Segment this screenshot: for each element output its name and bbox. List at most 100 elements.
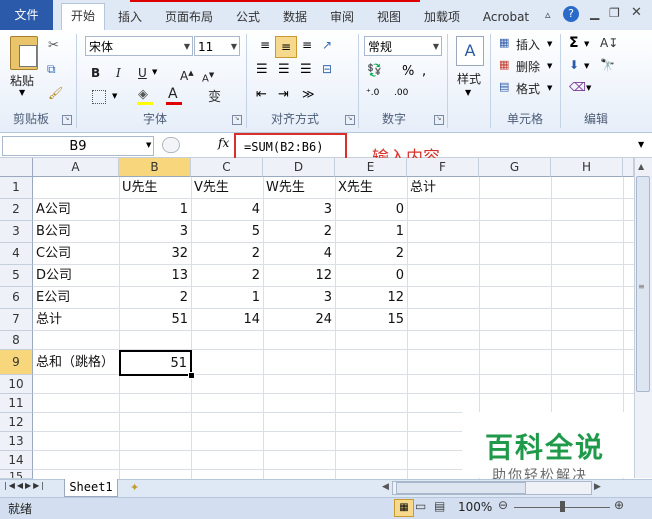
cell-A4[interactable]: C公司	[33, 243, 119, 265]
currency-icon[interactable]: 💱	[367, 63, 382, 77]
copy-icon[interactable]: ⧉	[47, 62, 56, 77]
cell-B4[interactable]: 32	[119, 243, 191, 265]
chevron-down-icon[interactable]: ▼	[547, 62, 552, 70]
cut-icon[interactable]: ✂	[48, 38, 59, 53]
column-header[interactable]: A	[33, 158, 119, 177]
tab-home[interactable]: 开始	[61, 3, 105, 31]
column-header[interactable]: D	[263, 158, 335, 177]
paste-dropdown-icon[interactable]: ▼	[19, 88, 25, 97]
formula-input[interactable]: =SUM(B2:B6)	[234, 133, 347, 161]
row-header[interactable]: 8	[0, 331, 33, 350]
cell-D6[interactable]: 3	[263, 287, 335, 309]
row-header[interactable]: 3	[0, 221, 33, 243]
tab-insert[interactable]: 插入	[112, 6, 148, 28]
column-header[interactable]: B	[119, 158, 191, 177]
comma-icon[interactable]: ,	[422, 64, 426, 79]
cell-E5[interactable]: 0	[335, 265, 407, 287]
row-header[interactable]: 4	[0, 243, 33, 265]
decrease-decimal-icon[interactable]: .00	[394, 88, 408, 98]
cell-D3[interactable]: 2	[263, 221, 335, 243]
orientation-icon[interactable]: ↗	[322, 38, 332, 52]
page-layout-view-icon[interactable]: ▭	[415, 499, 426, 513]
cell-B9-selected[interactable]: 51	[119, 350, 192, 376]
cell-B5[interactable]: 13	[119, 265, 191, 287]
cancel-edit-icon[interactable]	[162, 137, 180, 153]
autosum-icon[interactable]: Σ	[569, 35, 579, 51]
align-left-icon[interactable]: ☰	[256, 62, 268, 77]
align-right-icon[interactable]: ☰	[300, 62, 312, 77]
borders-icon[interactable]	[92, 90, 106, 104]
align-bottom-icon[interactable]: ≡	[298, 36, 316, 54]
sheet-nav-icon[interactable]: |◀◀▶▶|	[4, 481, 46, 490]
cell-C3[interactable]: 5	[191, 221, 263, 243]
tab-acrobat[interactable]: Acrobat	[476, 6, 536, 28]
delete-cells-icon[interactable]: ▦	[499, 58, 509, 71]
row-header[interactable]: 13	[0, 432, 33, 451]
clipboard-launcher-icon[interactable]: ↘	[62, 115, 72, 125]
format-cells-icon[interactable]: ▤	[499, 80, 509, 93]
cell-B3[interactable]: 3	[119, 221, 191, 243]
chevron-down-icon[interactable]: ▼	[146, 141, 151, 149]
merge-center-icon[interactable]: ⊟	[322, 62, 332, 76]
decrease-font-button[interactable]: A▼	[202, 66, 214, 84]
hscroll-left-icon[interactable]: ◀	[382, 482, 389, 492]
column-header[interactable]: F	[407, 158, 479, 177]
tab-page-layout[interactable]: 页面布局	[158, 6, 220, 28]
tab-addins[interactable]: 加载项	[418, 6, 466, 28]
minimize-ribbon-icon[interactable]: ▵	[545, 8, 551, 21]
row-header[interactable]: 6	[0, 287, 33, 309]
insert-cells-icon[interactable]: ▦	[499, 36, 509, 49]
paste-icon[interactable]	[10, 36, 38, 70]
tab-view[interactable]: 视图	[371, 6, 407, 28]
zoom-out-icon[interactable]: ⊖	[498, 498, 508, 512]
styles-icon[interactable]: A	[456, 36, 484, 66]
cell-A7[interactable]: 总计	[33, 309, 119, 331]
cell-B6[interactable]: 2	[119, 287, 191, 309]
format-painter-icon[interactable]: 🖌	[48, 86, 63, 100]
row-header[interactable]: 15	[0, 470, 33, 479]
row-header[interactable]: 5	[0, 265, 33, 287]
cell-D1[interactable]: W先生	[263, 177, 335, 199]
alignment-launcher-icon[interactable]: ↘	[345, 115, 355, 125]
normal-view-icon[interactable]: ▦	[394, 499, 414, 517]
cell-A2[interactable]: A公司	[33, 199, 119, 221]
cell-D2[interactable]: 3	[263, 199, 335, 221]
row-header[interactable]: 14	[0, 451, 33, 470]
row-header[interactable]: 1	[0, 177, 33, 199]
number-format-combo[interactable]: 常规 ▼	[364, 36, 442, 56]
window-restore-icon[interactable]: ❐	[609, 6, 620, 20]
cell-C7[interactable]: 14	[191, 309, 263, 331]
zoom-level[interactable]: 100%	[458, 500, 492, 514]
delete-cells-button[interactable]: 删除	[516, 58, 540, 75]
new-sheet-icon[interactable]: ✦	[130, 481, 139, 494]
select-all-corner[interactable]	[0, 158, 33, 177]
font-size-combo[interactable]: 11 ▼	[194, 36, 240, 56]
increase-indent-icon[interactable]: ⇥	[278, 87, 289, 102]
font-color-icon[interactable]: A	[168, 86, 178, 102]
cell-C2[interactable]: 4	[191, 199, 263, 221]
chevron-down-icon[interactable]: ▼	[584, 40, 589, 48]
row-header[interactable]: 9	[0, 350, 33, 375]
zoom-slider-thumb[interactable]	[560, 501, 565, 512]
wrap-text-icon[interactable]: ≫	[302, 87, 315, 101]
cell-C6[interactable]: 1	[191, 287, 263, 309]
expand-formula-bar-icon[interactable]: ▼	[638, 140, 644, 149]
window-minimize-icon[interactable]: ▁	[590, 6, 599, 20]
chevron-down-icon[interactable]: ▼	[112, 92, 117, 100]
row-header[interactable]: 2	[0, 199, 33, 221]
cell-E2[interactable]: 0	[335, 199, 407, 221]
window-close-icon[interactable]: ✕	[631, 5, 642, 20]
row-header[interactable]: 7	[0, 309, 33, 331]
page-break-view-icon[interactable]: ▤	[434, 499, 445, 513]
font-name-combo[interactable]: 宋体 ▼	[85, 36, 193, 56]
font-launcher-icon[interactable]: ↘	[232, 115, 242, 125]
align-top-icon[interactable]: ≡	[256, 36, 274, 54]
chevron-down-icon[interactable]: ▼	[152, 68, 157, 76]
chevron-down-icon[interactable]: ▼	[586, 84, 591, 92]
cell-A6[interactable]: E公司	[33, 287, 119, 309]
column-header[interactable]: C	[191, 158, 263, 177]
chevron-down-icon[interactable]: ▼	[465, 88, 471, 97]
align-middle-icon[interactable]: ≡	[275, 36, 297, 58]
tab-data[interactable]: 数据	[277, 6, 313, 28]
cell-F1[interactable]: 总计	[407, 177, 479, 199]
